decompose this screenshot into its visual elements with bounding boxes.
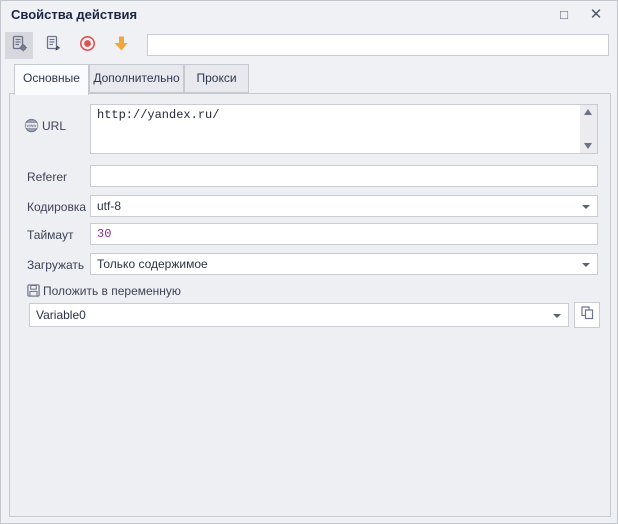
- scroll-up-icon[interactable]: [580, 105, 597, 120]
- url-scrollbar[interactable]: [580, 105, 597, 153]
- dialog-title: Свойства действия: [11, 1, 137, 29]
- variable-combobox[interactable]: Variable0: [29, 303, 569, 327]
- floppy-icon: [27, 284, 40, 300]
- load-mode-combobox[interactable]: Только содержимое: [90, 253, 598, 275]
- action-edit-button[interactable]: [39, 32, 67, 59]
- tab-additional[interactable]: Дополнительно: [89, 64, 184, 93]
- store-variable-label-group: Положить в переменную: [27, 284, 181, 300]
- store-variable-label: Положить в переменную: [43, 284, 181, 298]
- load-mode-label: Загружать: [27, 258, 84, 272]
- action-settings-button[interactable]: [5, 32, 33, 59]
- url-label-group: www URL: [24, 118, 66, 136]
- main-tab-panel: www URL http://yandex.ru/ Referer Кодиро…: [9, 93, 611, 517]
- encoding-value: utf-8: [97, 199, 121, 213]
- record-button[interactable]: [73, 32, 101, 59]
- variable-value: Variable0: [36, 308, 86, 322]
- scroll-down-icon[interactable]: [580, 138, 597, 153]
- timeout-label: Таймаут: [27, 228, 73, 242]
- tab-main[interactable]: Основные: [14, 64, 89, 95]
- load-mode-value: Только содержимое: [97, 257, 208, 271]
- doc-edit-icon: [45, 35, 62, 57]
- referer-label: Referer: [27, 170, 67, 184]
- encoding-label: Кодировка: [27, 200, 86, 214]
- svg-text:www: www: [25, 123, 37, 128]
- action-properties-dialog: Свойства действия □ ✕: [0, 0, 618, 524]
- run-step-button[interactable]: [107, 32, 135, 59]
- globe-www-icon: www: [24, 118, 39, 136]
- down-arrow-icon: [113, 35, 130, 57]
- url-input[interactable]: http://yandex.ru/: [91, 105, 579, 153]
- encoding-combobox[interactable]: utf-8: [90, 195, 598, 217]
- tab-proxy[interactable]: Прокси: [184, 64, 249, 93]
- url-field-frame: http://yandex.ru/: [90, 104, 598, 154]
- timeout-input[interactable]: [90, 223, 598, 245]
- url-label: URL: [42, 119, 66, 133]
- record-icon: [79, 35, 96, 57]
- titlebar: Свойства действия □ ✕: [1, 1, 617, 29]
- copy-variable-button[interactable]: [574, 302, 600, 328]
- maximize-icon[interactable]: □: [551, 3, 577, 27]
- chevron-down-icon: [582, 205, 590, 209]
- copy-icon: [580, 305, 595, 325]
- chevron-down-icon: [582, 263, 590, 267]
- close-icon[interactable]: ✕: [583, 3, 609, 27]
- action-name-input[interactable]: [147, 34, 609, 56]
- referer-input[interactable]: [90, 165, 598, 187]
- chevron-down-icon: [553, 314, 561, 318]
- doc-gear-icon: [11, 35, 28, 57]
